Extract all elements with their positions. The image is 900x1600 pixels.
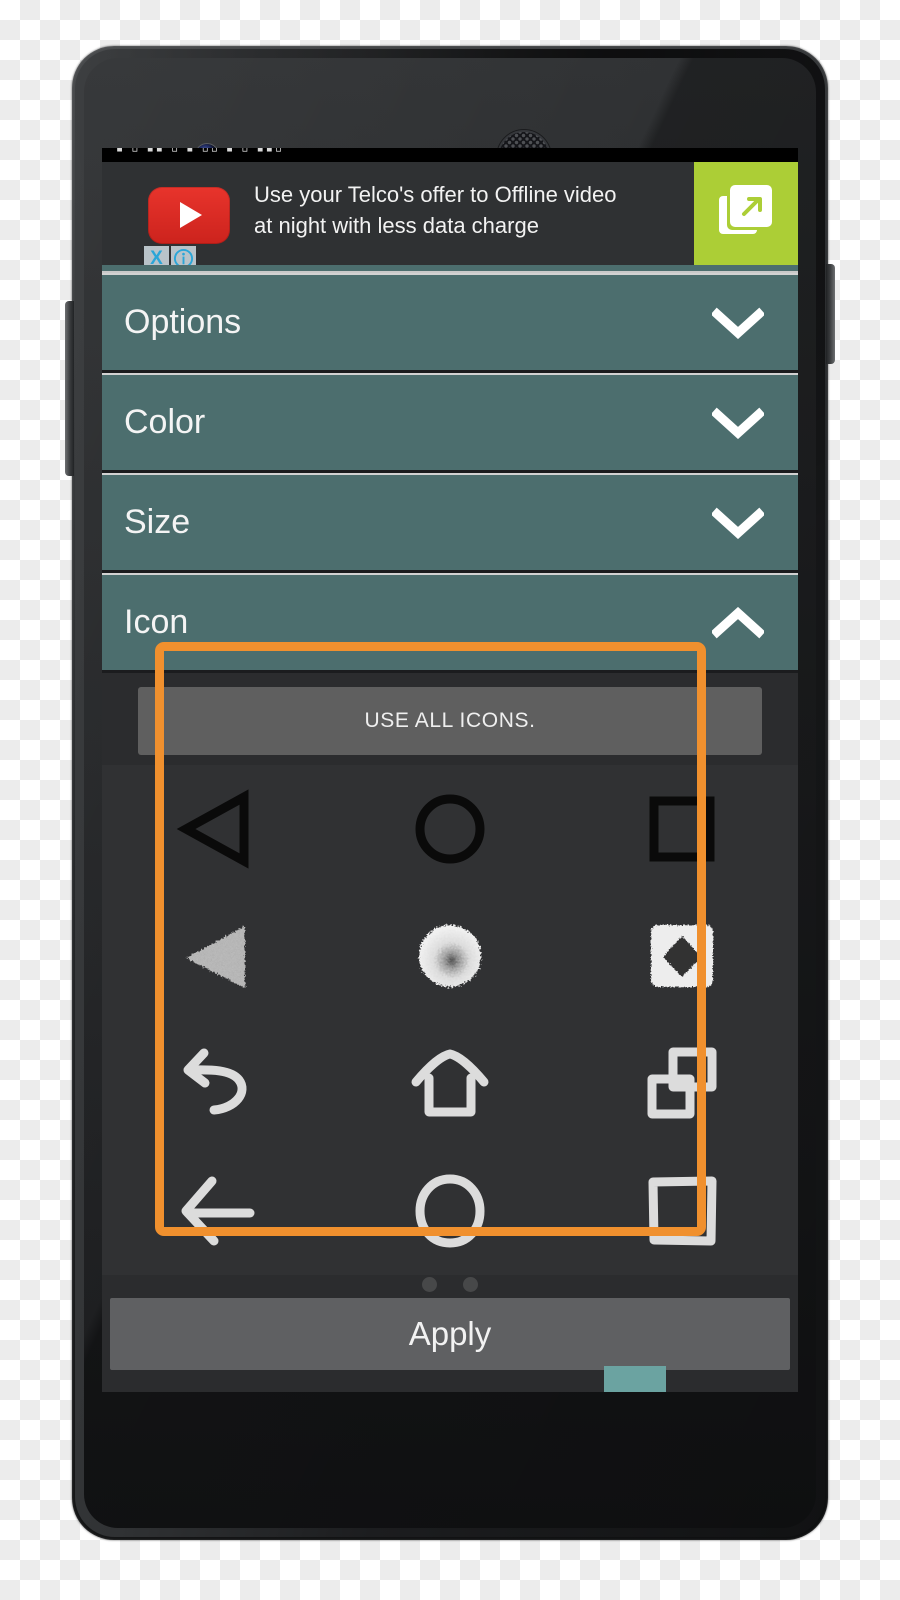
accordion-label-icon: Icon <box>124 603 189 641</box>
accordion-label-size: Size <box>124 503 191 541</box>
nav-hint-indicator <box>604 1366 666 1392</box>
ad-banner[interactable]: Use your Telco's offer to Offline video … <box>102 162 798 271</box>
accordion-row-icon[interactable]: Icon <box>102 573 798 673</box>
recents-overlap-squares-sketch-icon <box>647 1047 717 1119</box>
pager-dot[interactable] <box>463 1276 478 1292</box>
icon-option-recents-square-outline[interactable] <box>566 765 798 893</box>
accordion-row-color[interactable]: Color <box>102 373 798 473</box>
settings-panel: Options Color Size Icon USE ALL ICONS. A… <box>102 265 798 1392</box>
ad-headline: Use your Telco's offer to Offline video … <box>254 179 646 241</box>
home-circle-sketch-icon <box>415 1174 485 1248</box>
home-house-sketch-icon <box>411 1049 489 1117</box>
home-circle-outline-icon <box>415 794 485 864</box>
back-left-arrow-sketch-icon <box>181 1176 255 1246</box>
status-bar: ▮ ▯ ▮▮ ▯ ▮ ▯▯ ▮ ▯ ▮▮▯ <box>102 148 798 162</box>
recents-square-diamond-icon <box>651 925 713 988</box>
icon-option-back-undo-sketch[interactable] <box>102 1020 334 1148</box>
use-all-icons-button[interactable]: USE ALL ICONS. <box>138 687 762 755</box>
icon-option-recents-square-sketch[interactable] <box>566 1148 798 1276</box>
chevron-down-icon[interactable] <box>712 407 764 439</box>
home-circle-textured-icon <box>419 925 481 988</box>
icon-option-back-triangle-outline[interactable] <box>102 765 334 893</box>
chevron-up-icon[interactable] <box>712 606 764 639</box>
accordion-label-color: Color <box>124 403 206 441</box>
status-bar-glyphs: ▮ ▯ ▮▮ ▯ ▮ ▯▯ ▮ ▯ ▮▮▯ <box>116 148 284 154</box>
accordion-row-size[interactable]: Size <box>102 473 798 573</box>
back-undo-arrow-sketch-icon <box>183 1048 247 1115</box>
phone-screen: ▮ ▯ ▮▮ ▯ ▮ ▯▯ ▮ ▯ ▮▮▯ Use your Telco's o… <box>102 148 798 1392</box>
youtube-play-icon <box>148 187 230 244</box>
external-link-arrow-icon <box>742 197 762 216</box>
icon-grid <box>102 765 798 1275</box>
icon-option-recents-square-diamond[interactable] <box>566 893 798 1021</box>
icon-option-home-house-sketch[interactable] <box>334 1020 566 1148</box>
panel-top-divider <box>102 265 798 273</box>
ad-headline-line2: at night with less data charge <box>254 213 539 238</box>
ad-cta-button[interactable] <box>694 162 798 265</box>
recents-square-outline-icon <box>649 796 715 862</box>
icon-option-home-circle-outline[interactable] <box>334 765 566 893</box>
chevron-down-icon[interactable] <box>712 507 764 539</box>
ad-headline-line1: Use your Telco's offer to Offline video <box>254 182 617 207</box>
pager-dot[interactable] <box>422 1276 437 1292</box>
chevron-down-icon[interactable] <box>712 307 764 339</box>
icon-option-back-left-arrow-sketch[interactable] <box>102 1148 334 1276</box>
icon-option-recents-overlap-sketch[interactable] <box>566 1020 798 1148</box>
apply-button[interactable]: Apply <box>110 1298 790 1370</box>
back-triangle-solid-outline-icon <box>176 789 249 869</box>
icon-option-home-circle-sketch[interactable] <box>334 1148 566 1276</box>
icon-option-home-circle-textured[interactable] <box>334 893 566 1021</box>
power-button[interactable] <box>826 264 835 364</box>
back-triangle-textured-icon <box>186 926 245 989</box>
recents-square-sketch-icon <box>648 1176 717 1246</box>
accordion-row-options[interactable]: Options <box>102 273 798 373</box>
accordion-label-options: Options <box>124 303 242 341</box>
volume-rocker-button[interactable] <box>65 301 74 476</box>
icon-pager-dots[interactable] <box>102 1271 798 1297</box>
play-triangle-icon <box>180 202 202 228</box>
icon-option-back-triangle-textured[interactable] <box>102 893 334 1021</box>
